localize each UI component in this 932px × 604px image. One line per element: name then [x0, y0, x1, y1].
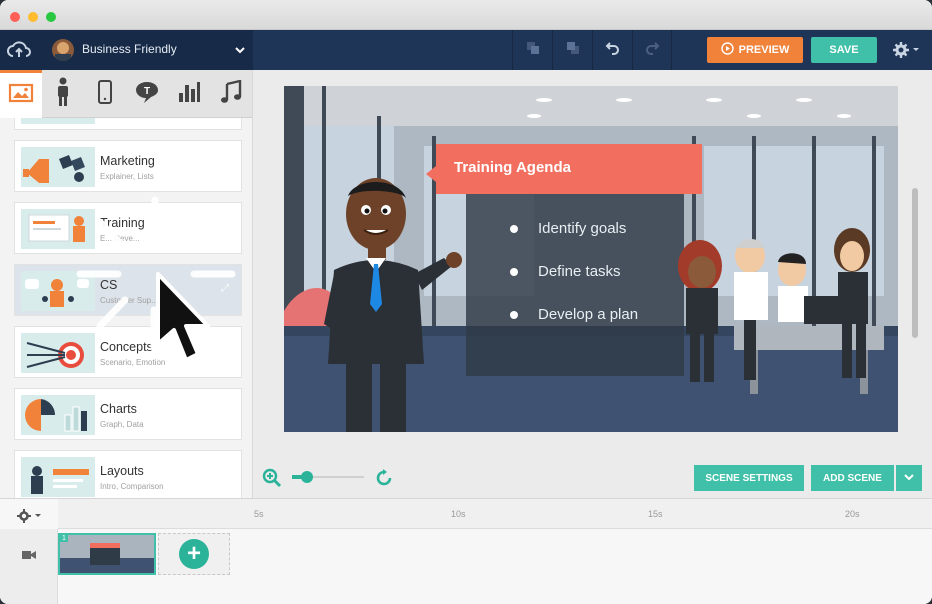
agenda-bullets[interactable]: Identify goals Define tasks Develop a pl… — [510, 218, 690, 347]
reset-zoom-icon[interactable] — [374, 468, 394, 493]
scene-canvas[interactable]: Training Agenda Identify goals Define ta… — [284, 86, 898, 432]
zoom-window-button[interactable] — [46, 12, 56, 22]
save-button[interactable]: SAVE — [811, 37, 877, 63]
ruler-tick: 5s — [254, 509, 264, 519]
chevron-down-icon — [904, 472, 914, 485]
team-characters — [678, 228, 884, 394]
theme-selector[interactable]: Business Friendly — [0, 30, 253, 70]
top-toolbar: Business Friendly PREVIEW SAVE — [0, 30, 932, 70]
image-icon — [8, 83, 34, 108]
settings-gear-icon[interactable] — [892, 41, 920, 64]
asset-sidebar: T Marketing Explainer, Lists Training E.… — [0, 70, 253, 498]
camera-icon — [22, 547, 36, 565]
zoom-slider-handle[interactable] — [301, 471, 313, 483]
presenter-character — [324, 178, 462, 432]
scene-thumbnail-callout — [90, 543, 120, 548]
chevron-down-icon[interactable] — [234, 43, 246, 61]
ruler-tick: 15s — [648, 509, 663, 519]
bullet-text: Develop a plan — [538, 306, 639, 323]
zoom-slider[interactable] — [292, 471, 364, 483]
bullet-dot — [510, 225, 518, 233]
list-item-partial — [14, 118, 242, 130]
bullet-dot — [510, 268, 518, 276]
theme-avatar — [52, 39, 74, 61]
cloud-upload-icon[interactable] — [6, 38, 32, 62]
close-window-button[interactable] — [10, 12, 20, 22]
template-marketing[interactable]: Marketing Explainer, Lists — [14, 140, 242, 192]
bullet-text: Define tasks — [538, 263, 621, 280]
bullet-item: Define tasks — [510, 261, 690, 304]
ruler-tick: 10s — [451, 509, 466, 519]
app-window: Business Friendly PREVIEW SAVE T Marketi… — [0, 0, 932, 604]
timeline-settings-icon[interactable] — [16, 508, 42, 529]
tab-backgrounds[interactable] — [0, 70, 42, 118]
redo-icon — [644, 40, 660, 61]
bullet-dot — [510, 311, 518, 319]
bullet-item: Identify goals — [510, 218, 690, 261]
device-icon — [97, 79, 113, 109]
preview-button[interactable]: PREVIEW — [707, 37, 803, 63]
ruler-tick: 20s — [845, 509, 860, 519]
tab-devices[interactable] — [84, 70, 126, 118]
play-circle-icon — [720, 42, 734, 58]
template-tags: Explainer, Lists — [100, 172, 154, 181]
redo-button[interactable] — [632, 30, 672, 70]
tab-charts[interactable] — [168, 70, 210, 118]
bullet-item: Develop a plan — [510, 304, 690, 347]
callout-title: Training Agenda — [454, 159, 571, 176]
preview-label: PREVIEW — [738, 44, 790, 56]
layer-forward-icon — [525, 40, 541, 61]
add-scene-dropdown[interactable] — [896, 465, 922, 491]
mouse-cursor-icon — [156, 272, 210, 362]
scene-canvas-area: Training Agenda Identify goals Define ta… — [254, 70, 932, 498]
charts-thumbnail — [21, 395, 95, 435]
scene-thumbnail[interactable]: 1 — [58, 533, 156, 575]
send-backward-button[interactable] — [552, 30, 592, 70]
scene-settings-button[interactable]: SCENE SETTINGS — [694, 465, 804, 491]
layer-backward-icon — [565, 40, 581, 61]
add-scene-slot[interactable]: + — [158, 533, 230, 575]
tab-characters[interactable] — [42, 70, 84, 118]
text-bubble-icon: T — [134, 80, 160, 109]
template-name: Layouts — [100, 464, 144, 478]
template-name: Charts — [100, 402, 137, 416]
callout-box[interactable]: Training Agenda — [426, 144, 702, 194]
bring-forward-button[interactable] — [512, 30, 552, 70]
canvas-scrollbar[interactable] — [912, 188, 918, 338]
character-icon — [54, 77, 72, 112]
zoom-in-icon[interactable] — [262, 468, 282, 493]
template-name: Marketing — [100, 154, 155, 168]
template-tags: Intro, Comparison — [100, 482, 164, 491]
scene-number: 1 — [60, 535, 68, 542]
timeline: 5s 10s 15s 20s 1 + — [0, 498, 932, 604]
template-charts[interactable]: Charts Graph, Data — [14, 388, 242, 440]
chart-icon — [177, 81, 201, 108]
asset-category-tabs: T — [0, 70, 252, 118]
layouts-thumbnail — [21, 457, 95, 497]
title-bar — [0, 0, 932, 30]
bullet-text: Identify goals — [538, 220, 627, 237]
marketing-thumbnail — [21, 147, 95, 187]
add-scene-button[interactable]: ADD SCENE — [811, 465, 894, 491]
plus-icon: + — [179, 539, 209, 569]
music-icon — [220, 78, 242, 109]
svg-text:T: T — [144, 86, 150, 97]
scene-track-header — [0, 529, 58, 604]
timeline-ruler[interactable]: 5s 10s 15s 20s — [58, 499, 932, 529]
undo-icon — [605, 40, 621, 61]
template-layouts[interactable]: Layouts Intro, Comparison — [14, 450, 242, 498]
tab-music[interactable] — [210, 70, 252, 118]
undo-button[interactable] — [592, 30, 632, 70]
template-tags: Graph, Data — [100, 420, 144, 429]
theme-name: Business Friendly — [82, 42, 177, 56]
minimize-window-button[interactable] — [28, 12, 38, 22]
tab-text[interactable]: T — [126, 70, 168, 118]
